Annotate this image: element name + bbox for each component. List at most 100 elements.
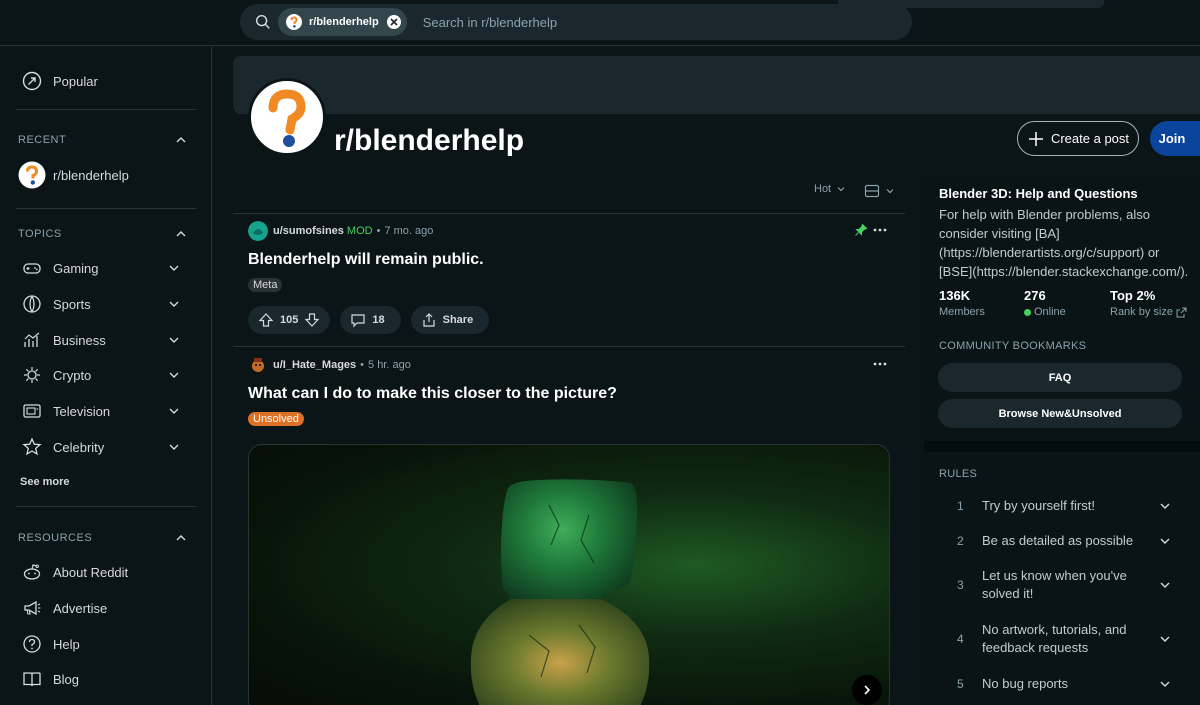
rule-number: 1 <box>957 499 964 513</box>
rank-label-row[interactable]: Rank by size <box>1110 306 1187 318</box>
topic-celebrity[interactable]: Celebrity <box>0 430 212 464</box>
subreddit-search-chip[interactable]: r/blenderhelp <box>278 8 407 36</box>
divider <box>16 208 196 209</box>
nav-popular-label: Popular <box>53 73 98 89</box>
topic-gaming[interactable]: Gaming <box>0 251 212 285</box>
post-card[interactable]: u/sumofsines MOD • 7 mo. ago Blenderhelp… <box>248 220 888 334</box>
chevron-down-icon <box>169 408 179 414</box>
topics-section-header[interactable]: TOPICS <box>18 227 188 241</box>
search-bar[interactable]: r/blenderhelp Search in r/blenderhelp <box>240 4 912 40</box>
rank-value: Top 2% <box>1110 288 1156 303</box>
feed-divider <box>233 346 905 347</box>
post-flair[interactable]: Unsolved <box>248 412 304 426</box>
resource-about-reddit[interactable]: About Reddit <box>0 555 212 589</box>
more-options-icon[interactable] <box>872 358 888 370</box>
see-more-link[interactable]: See more <box>20 476 70 488</box>
post-title[interactable]: What can I do to make this closer to the… <box>248 385 888 403</box>
more-options-icon[interactable] <box>872 224 888 236</box>
resources-section-header[interactable]: RESOURCES <box>18 531 188 545</box>
recent-item-label: r/blenderhelp <box>53 167 129 183</box>
post-flair[interactable]: Meta <box>248 278 283 292</box>
chevron-down-icon <box>837 187 845 192</box>
members-value: 136K <box>939 288 971 303</box>
sort-dropdown[interactable]: Hot <box>814 183 847 195</box>
chevron-down-icon <box>1160 538 1170 544</box>
community-description: For help with Blender problems, also con… <box>939 207 1189 279</box>
resource-blog[interactable]: Blog <box>0 662 212 696</box>
rule-item[interactable]: 1 Try by yourself first! <box>939 492 1189 520</box>
clear-chip-icon[interactable] <box>386 15 401 29</box>
resource-label: Blog <box>53 671 80 687</box>
post-card[interactable]: u/I_Hate_Mages • 5 hr. ago What can I do… <box>248 354 888 426</box>
post-author[interactable]: u/I_Hate_Mages <box>273 359 356 371</box>
chevron-up-icon <box>176 231 186 237</box>
rank-stat: Top 2% Rank by size <box>1110 288 1187 318</box>
reddit-icon <box>23 564 41 580</box>
comment-count: 18 <box>372 314 385 326</box>
post-image[interactable] <box>248 444 890 705</box>
mod-badge: MOD <box>346 225 373 237</box>
upvote-icon[interactable] <box>258 312 274 328</box>
topic-crypto[interactable]: Crypto <box>0 358 212 392</box>
recent-heading: RECENT <box>18 134 67 146</box>
recent-section-header[interactable]: RECENT <box>18 133 188 147</box>
megaphone-icon <box>24 600 41 616</box>
resources-heading: RESOURCES <box>18 532 93 544</box>
bookmark-browse-unsolved-button[interactable]: Browse New&Unsolved <box>938 399 1182 428</box>
rule-item[interactable]: 3 Let us know when you've solved it! <box>939 566 1189 604</box>
post-title[interactable]: Blenderhelp will remain public. <box>248 251 888 269</box>
topic-label: Business <box>53 332 106 348</box>
divider <box>16 109 196 110</box>
online-label-row: Online <box>1024 306 1066 318</box>
separator-dot: • <box>360 359 365 371</box>
rule-item[interactable]: 2 Be as detailed as possible <box>939 527 1189 555</box>
help-icon <box>23 635 41 653</box>
create-post-button[interactable]: Create a post <box>1017 121 1139 156</box>
search-input[interactable]: Search in r/blenderhelp <box>423 15 557 30</box>
resource-label: Help <box>53 636 80 652</box>
chevron-down-icon <box>1160 582 1170 588</box>
topic-business[interactable]: Business <box>0 323 212 357</box>
rule-text: Try by yourself first! <box>982 498 1095 513</box>
topic-sports[interactable]: Sports <box>0 287 212 321</box>
comments-button[interactable]: 18 <box>340 306 401 334</box>
create-post-label: Create a post <box>1050 131 1130 146</box>
rule-item[interactable]: 4 No artwork, tutorials, and feedback re… <box>939 620 1189 658</box>
resource-advertise[interactable]: Advertise <box>0 591 212 625</box>
post-actions: 105 18 Share <box>248 306 888 334</box>
layout-icon <box>864 184 880 198</box>
top-right-bar <box>838 0 1104 8</box>
rule-item[interactable]: 5 No bug reports <box>939 670 1189 698</box>
star-icon <box>22 437 42 456</box>
topic-label: Celebrity <box>53 439 105 455</box>
divider <box>16 506 196 507</box>
share-button[interactable]: Share <box>410 306 490 334</box>
question-mark-logo-icon <box>268 89 306 147</box>
online-status-dot <box>1024 308 1031 316</box>
television-icon <box>23 404 41 418</box>
subreddit-logo-icon <box>286 14 302 30</box>
external-link-icon <box>1176 307 1187 317</box>
post-author[interactable]: u/sumofsines <box>273 225 344 237</box>
members-label: Members <box>939 306 985 318</box>
share-label: Share <box>442 314 474 326</box>
rule-number: 4 <box>957 632 964 646</box>
topic-television[interactable]: Television <box>0 394 212 428</box>
join-button[interactable]: Join <box>1150 121 1200 156</box>
user-avatar[interactable] <box>248 221 268 241</box>
members-stat: 136K Members <box>939 288 985 318</box>
separator-dot: • <box>376 225 381 237</box>
book-icon <box>23 672 41 687</box>
downvote-icon[interactable] <box>304 312 320 328</box>
resource-help[interactable]: Help <box>0 627 212 661</box>
bookmark-faq-button[interactable]: FAQ <box>938 363 1182 392</box>
user-avatar[interactable] <box>248 355 268 375</box>
subreddit-avatar <box>248 78 326 156</box>
view-layout-toggle[interactable] <box>864 183 898 199</box>
recent-item-blenderhelp[interactable]: r/blenderhelp <box>0 158 212 192</box>
nav-popular[interactable]: Popular <box>0 64 212 98</box>
rule-number: 2 <box>957 534 964 548</box>
popular-icon <box>22 71 42 91</box>
next-image-button[interactable] <box>852 675 882 705</box>
rendered-vase-image <box>470 479 650 705</box>
